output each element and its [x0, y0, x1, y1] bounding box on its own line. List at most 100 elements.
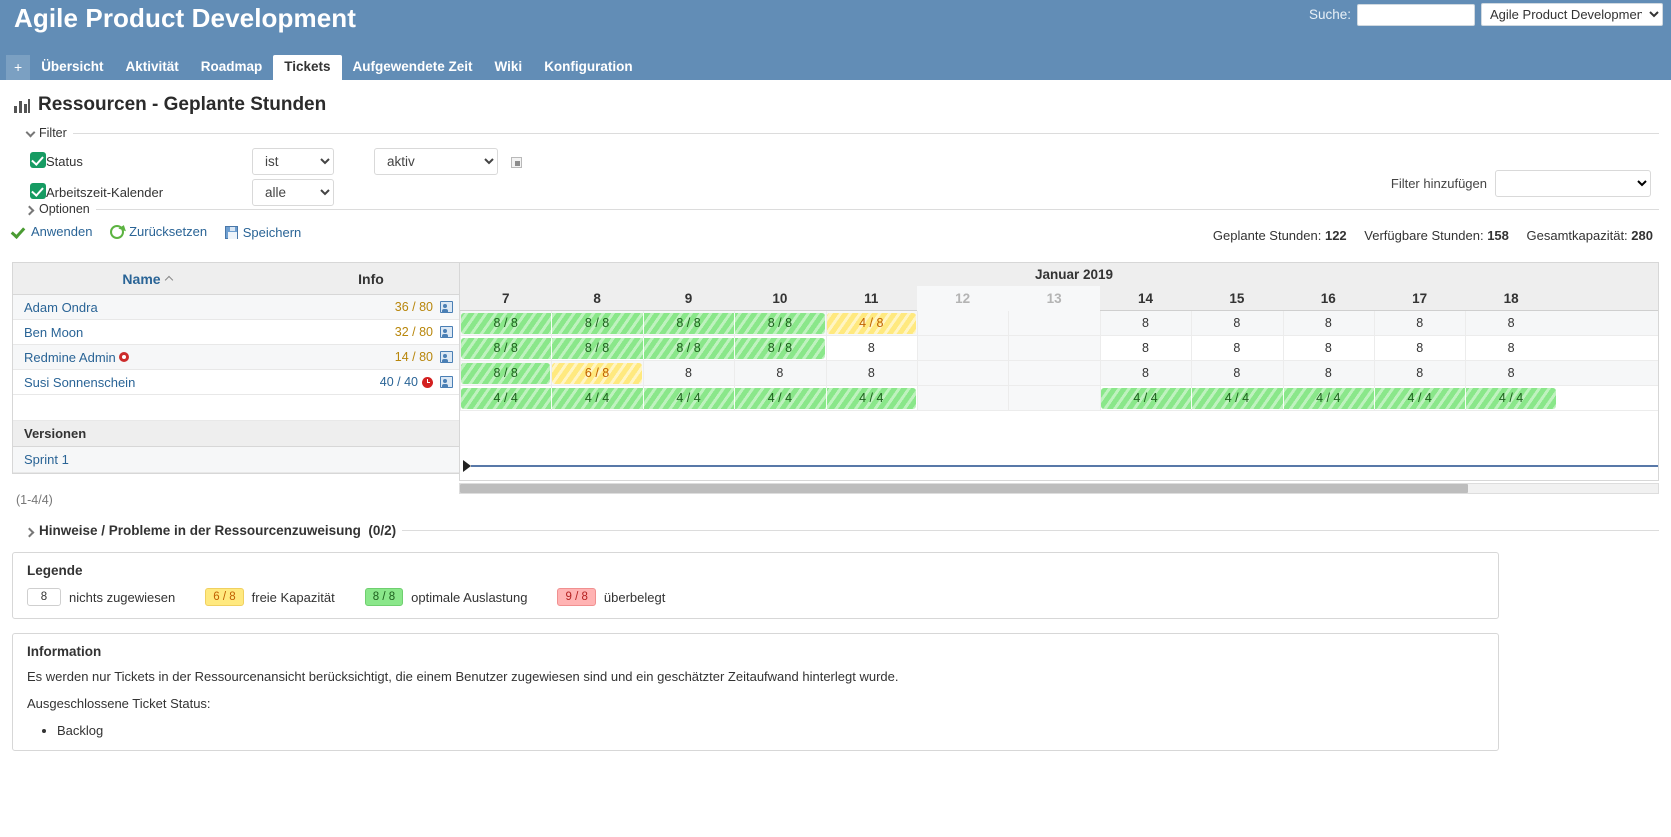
legend-chip-none: 8	[27, 588, 61, 606]
filter-status-checkbox-cell	[16, 146, 46, 177]
resource-name-link[interactable]: Redmine Admin	[13, 350, 283, 365]
gantt-day-header: 7 8 9 10 11 12 13 14 15 16 17 18	[460, 286, 1658, 311]
table-row[interactable]: Adam Ondra 36 / 80	[13, 295, 459, 320]
filter-calendar-checkbox[interactable]	[30, 183, 46, 199]
filter-status-multiselect-toggle-icon[interactable]	[510, 157, 522, 169]
resource-info-text: 36 / 80	[394, 300, 433, 314]
add-project-link[interactable]: +	[6, 55, 31, 80]
resource-gantt: Name Info Adam Ondra 36 / 80 Ben Moon 32…	[12, 262, 1659, 494]
table-row[interactable]: Redmine Admin 14 / 80	[13, 345, 459, 370]
user-detail-icon[interactable]	[440, 326, 453, 338]
summary-planned: Geplante Stunden: 122	[1213, 228, 1347, 243]
gantt-cell-value: 8 / 8	[493, 316, 518, 330]
gantt-cell-value: 4 / 4	[1498, 391, 1524, 405]
options-fieldset: Optionen	[12, 202, 1659, 216]
reset-button[interactable]: Zurücksetzen	[110, 224, 207, 239]
save-button[interactable]: Speichern	[224, 225, 301, 240]
table-row[interactable]: Ben Moon 32 / 80	[13, 320, 459, 345]
quick-search: Suche: Agile Product Development	[1309, 3, 1663, 26]
gantt-cell-value: 8 / 8	[767, 316, 793, 330]
overload-clock-icon	[422, 376, 433, 388]
table-row[interactable]: Susi Sonnenschein 40 / 40	[13, 370, 459, 395]
reset-label: Zurücksetzen	[129, 224, 208, 239]
main-menu-item-aufgewendete-zeit[interactable]: Aufgewendete Zeit	[342, 55, 484, 80]
version-row-sprint-1[interactable]: Sprint 1	[13, 447, 459, 473]
project-select[interactable]: Agile Product Development	[1481, 3, 1663, 26]
main-menu-item-uebersicht[interactable]: Übersicht	[30, 55, 114, 80]
tab-aktivitaet[interactable]: Aktivität	[114, 55, 189, 80]
filter-status-checkbox[interactable]	[30, 152, 46, 168]
gantt-day-header-cell: 17	[1412, 291, 1428, 306]
legend-chip-free: 6 / 8	[205, 588, 244, 606]
options-legend[interactable]: Optionen	[12, 202, 96, 216]
gantt-grid-column	[917, 311, 1009, 411]
main-menu-item-tickets[interactable]: Tickets	[273, 55, 342, 80]
user-detail-icon[interactable]	[440, 351, 453, 363]
gantt-cell-value: 4 / 4	[676, 391, 701, 405]
main-menu-item-roadmap[interactable]: Roadmap	[190, 55, 274, 80]
filter-status-operator[interactable]: ist	[252, 148, 334, 175]
information-box: Information Es werden nur Tickets in der…	[12, 633, 1499, 751]
version-start-marker-icon	[463, 460, 471, 472]
gantt-cell-value: 8 / 8	[584, 341, 610, 355]
summary-available: Verfügbare Stunden: 158	[1364, 228, 1509, 243]
gantt-day-header-cell: 7	[501, 291, 510, 306]
gantt-day-header-cell: 14	[1137, 291, 1153, 306]
save-icon	[224, 225, 238, 239]
main-menu-item-aktivitaet[interactable]: Aktivität	[114, 55, 189, 80]
user-detail-icon[interactable]	[440, 301, 453, 313]
group-header-versionen: Versionen	[13, 421, 459, 447]
summary-available-label: Verfügbare Stunden:	[1364, 228, 1484, 243]
gantt-day-header-cell: 10	[772, 291, 788, 306]
summary-planned-value: 122	[1324, 228, 1347, 243]
tab-roadmap[interactable]: Roadmap	[190, 55, 274, 80]
gantt-horizontal-scrollbar[interactable]	[459, 483, 1659, 494]
summary-stats: Geplante Stunden: 122 Verfügbare Stunden…	[1199, 228, 1653, 243]
actions-row: Anwenden Zurücksetzen Speichern Geplante…	[12, 224, 1659, 254]
resource-name-link[interactable]: Susi Sonnenschein	[13, 375, 283, 390]
filters-legend[interactable]: Filter	[12, 126, 73, 140]
tab-tickets[interactable]: Tickets	[273, 55, 342, 80]
gantt-cell-value: 8	[1507, 366, 1515, 380]
gantt-scrollbar-thumb[interactable]	[460, 484, 1468, 493]
tab-konfiguration[interactable]: Konfiguration	[533, 55, 643, 80]
column-header-name[interactable]: Name	[13, 271, 283, 287]
reload-icon	[110, 224, 125, 239]
main-menu-item-wiki[interactable]: Wiki	[484, 55, 534, 80]
summary-capacity-label: Gesamtkapazität:	[1526, 228, 1628, 243]
gantt-grid-column	[1008, 311, 1100, 411]
gantt-cell-value: 8 / 8	[493, 366, 518, 380]
user-detail-icon[interactable]	[440, 376, 453, 388]
resource-name-text: Redmine Admin	[24, 349, 116, 365]
apply-button[interactable]: Anwenden	[12, 224, 92, 239]
chevron-right-icon	[26, 527, 35, 536]
legend-label-over: überbelegt	[603, 589, 666, 605]
gantt-cell-value: 8	[867, 341, 875, 355]
gantt-inner: Januar 2019 7 8 9 10 11 12 13 14 15 16 17 18 8 / 88…	[460, 263, 1658, 480]
resource-name-link[interactable]: Ben Moon	[13, 325, 283, 340]
tab-wiki[interactable]: Wiki	[484, 55, 534, 80]
hinweise-legend-text: Hinweise / Probleme in der Ressourcenzuw…	[39, 523, 361, 538]
resource-name-link[interactable]: Adam Ondra	[13, 300, 283, 315]
add-filter-select[interactable]	[1495, 170, 1651, 197]
gantt-timeline[interactable]: Januar 2019 7 8 9 10 11 12 13 14 15 16 17 18 8 / 88…	[459, 262, 1659, 481]
resource-info: 40 / 40	[283, 375, 459, 389]
main-menu-item-add[interactable]: +	[6, 55, 31, 80]
gantt-cell-value: 4 / 4	[584, 391, 610, 405]
version-timeline-line	[471, 465, 1658, 467]
gantt-cell-value: 8	[1324, 341, 1332, 355]
tab-aufgewendete-zeit[interactable]: Aufgewendete Zeit	[342, 55, 484, 80]
information-paragraph-2: Ausgeschlossene Ticket Status:	[27, 696, 211, 711]
legend-items: 8 nichts zugewiesen 6 / 8 freie Kapazitä…	[27, 588, 1484, 606]
hinweise-legend[interactable]: Hinweise / Probleme in der Ressourcenzuw…	[12, 523, 402, 538]
gantt-cell-value: 4 / 4	[1316, 391, 1341, 405]
search-label: Suche:	[1308, 7, 1351, 22]
tab-uebersicht[interactable]: Übersicht	[30, 55, 114, 80]
filter-status-value[interactable]: aktiv	[374, 148, 498, 175]
spacer-row	[13, 395, 459, 421]
filters-table: Status ist aktiv Arbeitszeit-Kalender al…	[16, 146, 522, 208]
gantt-cell-value: 4 / 4	[1133, 391, 1158, 405]
main-menu-item-konfiguration[interactable]: Konfiguration	[533, 55, 643, 80]
legend-chip-over: 9 / 8	[557, 588, 596, 606]
search-input[interactable]	[1357, 3, 1475, 26]
